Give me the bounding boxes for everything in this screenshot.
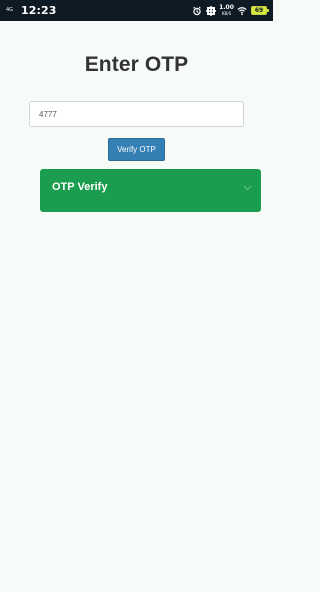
wifi-icon <box>237 6 247 16</box>
location-icon <box>206 5 216 16</box>
page-title: Enter OTP <box>84 53 189 76</box>
status-right: 1.00 KB/S 69 <box>192 0 269 21</box>
battery-level: 69 <box>254 7 264 14</box>
dropdown-chevron-icon[interactable] <box>240 181 254 195</box>
status-left: 4G 12:23 <box>6 4 57 17</box>
battery-icon: 69 <box>251 6 269 15</box>
network-speed-unit: KB/S <box>221 10 232 16</box>
status-bar: 4G 12:23 1.00 KB/S 69 <box>0 0 273 21</box>
mobile-signal-indicator: 4G <box>6 6 16 16</box>
otp-input[interactable] <box>29 101 244 127</box>
alert-message: OTP Verify <box>52 181 108 193</box>
mobile-network-label: 4G <box>6 7 14 13</box>
otp-verify-alert: OTP Verify <box>40 169 261 212</box>
network-speed-indicator: 1.00 KB/S <box>219 4 234 18</box>
verify-otp-button[interactable]: Verify OTP <box>108 138 165 161</box>
alarm-icon <box>192 6 202 16</box>
status-time: 12:23 <box>21 4 57 17</box>
